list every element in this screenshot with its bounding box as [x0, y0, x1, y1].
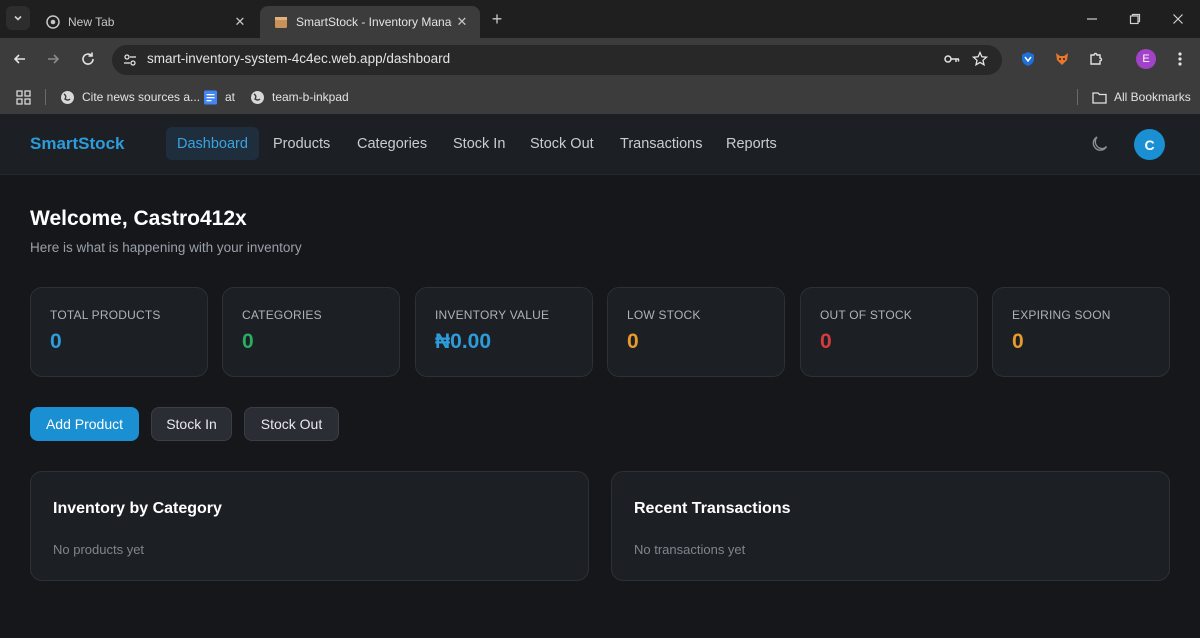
empty-state-text: No products yet [53, 542, 145, 557]
folder-icon [1092, 91, 1107, 104]
bookmarks-divider [45, 89, 46, 105]
user-avatar[interactable]: C [1134, 129, 1165, 160]
add-product-button[interactable]: Add Product [30, 407, 139, 441]
tab-title: New Tab [68, 15, 115, 29]
back-button[interactable] [8, 47, 32, 71]
stat-label: OUT OF STOCK [820, 308, 912, 322]
globe-icon [251, 90, 264, 104]
bookmark-star-button[interactable] [968, 47, 992, 71]
arrow-right-icon [48, 54, 60, 64]
bookmarks-bar: Cite news sources a... at team-b-inkpad … [0, 80, 1200, 114]
reload-icon [82, 52, 94, 65]
panel-title: Recent Transactions [634, 500, 791, 517]
chrome-icon [46, 15, 60, 29]
reload-button[interactable] [76, 47, 100, 71]
fox-icon [1056, 53, 1068, 65]
minimize-button[interactable] [1070, 0, 1114, 38]
tune-icon [124, 54, 136, 66]
profile-button[interactable]: E [1134, 47, 1158, 71]
nav-stock-in[interactable]: Stock In [442, 127, 516, 160]
extension-shield-button[interactable] [1016, 47, 1040, 71]
stat-value: 0 [627, 330, 639, 353]
stat-value: 0 [1012, 330, 1024, 353]
empty-state-text: No transactions yet [634, 542, 746, 557]
password-key-button[interactable] [940, 47, 964, 71]
page-subtitle: Here is what is happening with your inve… [30, 240, 302, 255]
forward-button[interactable] [41, 47, 65, 71]
tab-search-button[interactable] [6, 6, 30, 30]
panel-title: Inventory by Category [53, 500, 222, 517]
stat-value: 0 [242, 330, 254, 353]
stock-in-button[interactable]: Stock In [151, 407, 232, 441]
close-icon[interactable]: ✕ [452, 12, 472, 32]
stat-label: CATEGORIES [242, 308, 322, 322]
extensions-button[interactable] [1084, 47, 1108, 71]
nav-products[interactable]: Products [262, 127, 341, 160]
profile-avatar: E [1136, 49, 1156, 69]
bookmarks-divider [1077, 89, 1078, 105]
browser-menu-button[interactable] [1168, 47, 1192, 71]
close-window-button[interactable] [1156, 0, 1200, 38]
stat-card-expiring-soon: EXPIRING SOON 0 [992, 287, 1170, 377]
stock-out-button[interactable]: Stock Out [244, 407, 339, 441]
restore-icon [1129, 13, 1141, 25]
key-icon [944, 55, 960, 63]
new-tab-button[interactable]: + [486, 8, 508, 30]
inventory-by-category-panel: Inventory by Category No products yet [30, 471, 589, 581]
puzzle-icon [1090, 52, 1103, 65]
box-icon [275, 17, 287, 28]
apps-button[interactable] [16, 87, 31, 107]
url-text[interactable]: smart-inventory-system-4c4ec.web.app/das… [147, 51, 450, 66]
site-info-button[interactable] [120, 50, 140, 70]
bookmark-item[interactable]: Cite news sources a... [60, 87, 200, 107]
stat-card-low-stock: LOW STOCK 0 [607, 287, 785, 377]
close-icon [1173, 14, 1183, 24]
apps-grid-icon [16, 89, 31, 105]
recent-transactions-panel: Recent Transactions No transactions yet [611, 471, 1170, 581]
moon-icon[interactable] [1090, 134, 1110, 154]
more-vertical-icon [1178, 52, 1182, 66]
bookmark-item[interactable]: at [203, 87, 235, 107]
bookmark-label: Cite news sources a... [82, 90, 201, 104]
stat-label: TOTAL PRODUCTS [50, 308, 161, 322]
nav-stock-out[interactable]: Stock Out [519, 127, 605, 160]
nav-reports[interactable]: Reports [715, 127, 788, 160]
stat-card-total-products: TOTAL PRODUCTS 0 [30, 287, 208, 377]
nav-categories[interactable]: Categories [346, 127, 438, 160]
page-title: Welcome, Castro412x [30, 207, 247, 230]
extension-fox-button[interactable] [1050, 47, 1074, 71]
star-icon [972, 51, 988, 67]
tab-title: SmartStock - Inventory Manage [296, 15, 452, 29]
stat-label: EXPIRING SOON [1012, 308, 1111, 322]
stat-value: 0 [820, 330, 832, 353]
globe-icon [61, 90, 74, 104]
chevron-down-icon [14, 15, 22, 21]
close-icon[interactable]: ✕ [230, 12, 250, 32]
nav-transactions[interactable]: Transactions [609, 127, 713, 160]
stat-card-categories: CATEGORIES 0 [222, 287, 400, 377]
arrow-left-icon [13, 54, 25, 64]
stat-card-out-of-stock: OUT OF STOCK 0 [800, 287, 978, 377]
browser-tab-new-tab[interactable]: New Tab ✕ [32, 6, 258, 38]
nav-dashboard[interactable]: Dashboard [166, 127, 259, 160]
browser-tab-smartstock[interactable]: SmartStock - Inventory Manage ✕ [260, 6, 480, 38]
shield-icon [1022, 52, 1034, 66]
stat-label: INVENTORY VALUE [435, 308, 550, 322]
brand-logo[interactable]: SmartStock [30, 134, 124, 154]
stat-card-inventory-value: INVENTORY VALUE ₦0.00 [415, 287, 593, 377]
all-bookmarks-button[interactable]: All Bookmarks [1092, 87, 1191, 107]
all-bookmarks-label: All Bookmarks [1114, 90, 1191, 104]
bookmark-label: team-b-inkpad [272, 90, 349, 104]
stat-value: 0 [50, 330, 62, 353]
stat-value: ₦0.00 [435, 330, 492, 353]
docs-icon [204, 90, 217, 104]
restore-button[interactable] [1113, 0, 1157, 38]
minimize-icon [1087, 18, 1097, 20]
stat-label: LOW STOCK [627, 308, 701, 322]
bookmark-label: at [225, 90, 236, 104]
bookmark-item[interactable]: team-b-inkpad [250, 87, 349, 107]
